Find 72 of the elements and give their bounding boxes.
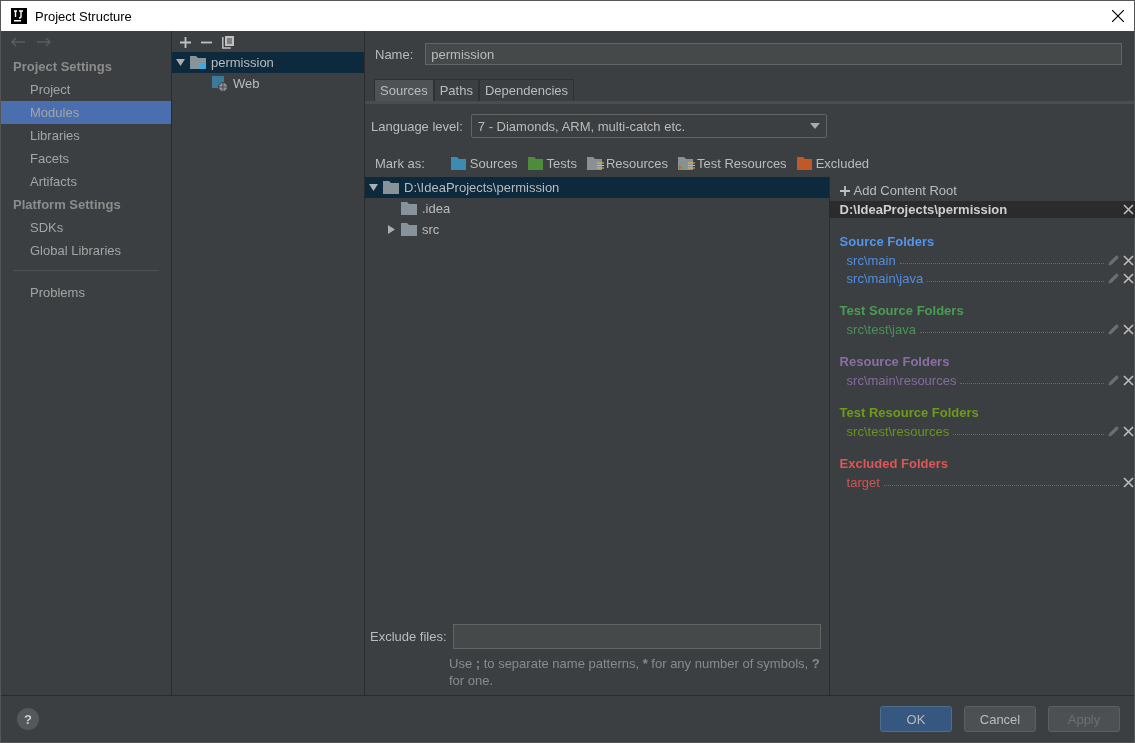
dialog-button[interactable]: OK: [880, 706, 952, 732]
dropdown-arrow-icon: [809, 123, 820, 129]
folder-group-title: Test Resource Folders: [838, 404, 980, 422]
exclude-files-field[interactable]: [452, 624, 821, 649]
sidebar-item[interactable]: Global Libraries: [1, 239, 171, 262]
copy-icon[interactable]: [222, 36, 234, 49]
field-label: Name:: [375, 46, 414, 62]
expanded-arrow-icon[interactable]: [176, 58, 185, 67]
mark-as-button[interactable]: Resources: [586, 156, 669, 171]
collapsed-arrow-icon[interactable]: [387, 225, 396, 234]
section-title: Platform Settings: [12, 196, 122, 214]
folder-icon: [527, 157, 545, 170]
resource-folder-icon: [586, 157, 604, 170]
expanded-arrow-icon[interactable]: [369, 183, 378, 192]
content-root-path: D:\IdeaProjects\permission: [839, 202, 1008, 217]
close-icon[interactable]: [1112, 10, 1124, 22]
folder-icon: [401, 223, 417, 236]
mark-as-button[interactable]: Test Resources: [678, 156, 787, 171]
folder-icon: [383, 181, 399, 194]
mark-as-button[interactable]: Tests: [527, 156, 577, 171]
tab[interactable]: Sources: [374, 79, 434, 101]
mark-as-label: Mark as:: [375, 156, 425, 171]
language-level-dropdown[interactable]: 7 - Diamonds, ARM, multi-catch etc.: [470, 114, 827, 138]
tab[interactable]: Paths: [433, 79, 479, 101]
add-icon[interactable]: [180, 37, 191, 48]
folder-path: src\test\java: [846, 321, 916, 337]
folder-path: src\main: [846, 252, 896, 268]
dialog-button[interactable]: Cancel: [964, 706, 1036, 732]
resource-folder-icon: [678, 157, 696, 170]
sidebar-item[interactable]: Facets: [1, 147, 171, 170]
tree-row[interactable]: Web: [172, 73, 364, 94]
tree-row[interactable]: .idea: [365, 198, 829, 219]
sidebar-item[interactable]: Problems: [1, 281, 171, 304]
folder-path: src\main\resources: [846, 372, 957, 388]
folder-path: target: [846, 474, 880, 490]
field-label: Exclude files:: [370, 629, 447, 644]
sidebar-item[interactable]: Libraries: [1, 124, 171, 147]
folder-name: src: [422, 222, 440, 237]
facet-name: Web: [233, 76, 260, 91]
tab[interactable]: Dependencies: [478, 79, 575, 101]
folder-name: D:\IdeaProjects\permission: [404, 180, 560, 195]
folder-icon: [450, 157, 468, 170]
mark-as-button[interactable]: Sources: [450, 156, 518, 171]
sidebar-item[interactable]: SDKs: [1, 216, 171, 239]
folder-icon: [401, 202, 417, 215]
hint-text: Use ; to separate name patterns, * for any number of symbols, ? for one.: [449, 655, 821, 689]
section-title: Project Settings: [12, 58, 113, 76]
add-icon: [839, 185, 850, 196]
folder-group-title: Resource Folders: [838, 353, 951, 371]
sidebar-item[interactable]: Artifacts: [1, 170, 171, 193]
folder-path: src\main\java: [846, 270, 924, 286]
folder-group-title: Test Source Folders: [838, 302, 965, 320]
name-field[interactable]: permission: [425, 43, 1122, 65]
web-facet-icon: [212, 75, 228, 92]
field-label: Language level:: [371, 118, 463, 134]
mark-as-button[interactable]: Excluded: [796, 156, 870, 171]
tree-row[interactable]: permission: [172, 52, 364, 73]
tree-row[interactable]: D:\IdeaProjects\permission: [365, 177, 829, 198]
folder-icon: [796, 157, 814, 170]
app-logo-icon: [11, 8, 27, 24]
folder-name: .idea: [422, 201, 451, 216]
sidebar-item[interactable]: Project: [1, 78, 171, 101]
module-folder-icon: [190, 56, 206, 69]
module-name: permission: [211, 55, 274, 70]
window-title: Project Structure: [35, 8, 132, 24]
folder-path: src\test\resources: [846, 423, 950, 439]
folder-group-title: Source Folders: [838, 233, 936, 251]
tree-row[interactable]: src: [365, 219, 829, 240]
close-icon[interactable]: [1122, 204, 1134, 215]
folder-group-title: Excluded Folders: [838, 455, 949, 473]
help-button[interactable]: ?: [17, 708, 39, 730]
add-content-root-button[interactable]: Add Content Root: [829, 177, 1135, 201]
